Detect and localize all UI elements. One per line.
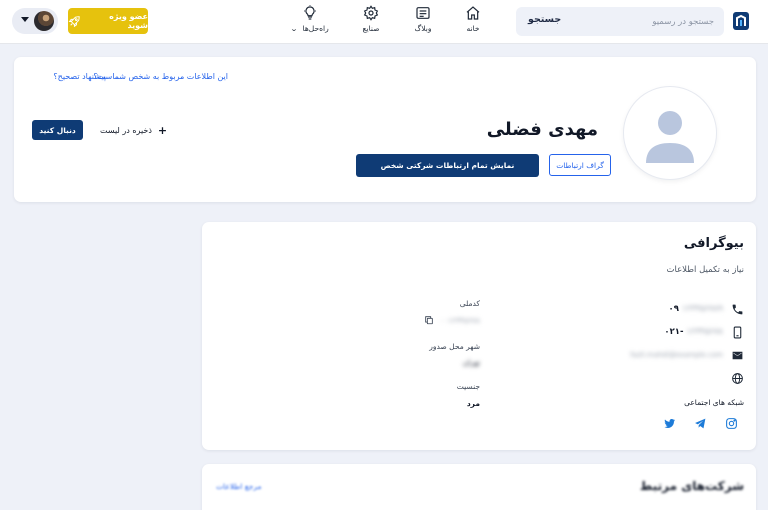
chevron-down-icon: ⌄ <box>290 25 299 33</box>
national-id-field: ۰۰۱۲۳۴۵۶۷۸ <box>424 315 480 325</box>
gender-label: جنسیت <box>456 382 480 391</box>
telegram-icon[interactable] <box>694 417 707 430</box>
national-id-label: کدملی <box>459 299 480 308</box>
newspaper-icon <box>416 7 430 19</box>
report-question: این اطلاعات مربوط به شخص شماست؟ <box>93 72 228 81</box>
nav-solutions-text: راه‌حل‌ها <box>302 24 329 33</box>
nav-blog[interactable]: وبلاگ <box>403 5 443 39</box>
caret-down-icon <box>21 17 29 22</box>
search-input[interactable] <box>604 14 714 30</box>
profile-card: این اطلاعات مربوط به شخص شماست؟ پیشنهاد … <box>14 57 756 202</box>
rocket-icon <box>68 15 80 27</box>
search-button[interactable]: جستجو <box>528 14 561 25</box>
gear-icon <box>363 5 379 21</box>
mobile-prefix: ۰۹ <box>668 304 679 314</box>
copy-icon[interactable] <box>424 315 434 325</box>
nav-solutions[interactable]: راه‌حل‌ها ⌄ <box>288 5 332 39</box>
show-all-connections-button[interactable]: نمایش تمام ارتباطات شرکتی شخص <box>356 154 539 177</box>
twitter-icon[interactable] <box>663 417 676 430</box>
mobile-number: ۰۹ ۱۲۳۴۵۶۷۸۹ <box>669 304 723 314</box>
birthplace-label: شهر محل صدور <box>429 342 480 351</box>
landline-number: ۰۲۱- ۱۲۳۴۵۶۷۸ <box>664 327 723 337</box>
premium-button[interactable]: عضو ویژه شوید <box>68 8 148 34</box>
suggest-correction-link[interactable]: پیشنهاد تصحیح؟ <box>53 72 106 81</box>
landline-prefix: ۰۲۱- <box>664 327 684 337</box>
connection-graph-button[interactable]: گراف ارتباطات <box>549 154 611 176</box>
avatar <box>34 11 54 31</box>
user-menu[interactable] <box>12 8 58 34</box>
nav-solutions-label: راه‌حل‌ها ⌄ <box>288 24 332 33</box>
national-id-value: ۰۰۱۲۳۴۵۶۷۸ <box>439 315 480 325</box>
biography-subtitle: نیاز به تکمیل اطلاعات <box>666 265 745 275</box>
save-to-list-label: ذخیره در لیست <box>100 126 152 135</box>
biography-title: بیوگرافی <box>683 236 744 251</box>
rasmio-logo-icon[interactable] <box>732 11 750 31</box>
gender-value: مرد <box>466 399 480 408</box>
biography-card: بیوگرافی نیاز به تکمیل اطلاعات ۰۹ ۱۲۳۴۵۶… <box>202 222 756 450</box>
landline-row: ۰۲۱- ۱۲۳۴۵۶۷۸ <box>664 325 744 339</box>
mobile-device-icon <box>733 326 742 338</box>
premium-label: عضو ویژه شوید <box>109 12 148 30</box>
related-companies-title: شرکت‌های مرتبط <box>639 479 744 493</box>
nav-industries-label: صنایع <box>362 24 380 33</box>
search-box: جستجو <box>516 7 724 36</box>
social-networks-title: شبکه های اجتماعی <box>684 398 744 407</box>
email-row: fazli.mahdi@example.com <box>630 348 744 362</box>
save-to-list-button[interactable]: + ذخیره در لیست <box>100 124 167 137</box>
email-address: fazli.mahdi@example.com <box>630 351 723 359</box>
profile-avatar-placeholder <box>624 87 716 179</box>
mobile-row: ۰۹ ۱۲۳۴۵۶۷۸۹ <box>669 302 744 316</box>
website-row <box>731 371 744 385</box>
home-icon <box>466 6 480 20</box>
phone-icon <box>732 304 743 314</box>
nav-home-label: خانه <box>466 24 480 33</box>
user-silhouette-icon <box>646 111 694 163</box>
instagram-icon[interactable] <box>725 417 738 430</box>
person-name: مهدی فضلی <box>486 119 598 140</box>
plus-icon: + <box>157 124 168 137</box>
data-source-link[interactable]: مرجع اطلاعات <box>216 482 262 491</box>
birthplace-value: تهران <box>462 358 480 367</box>
globe-icon[interactable] <box>731 372 744 385</box>
top-navigation-bar: جستجو خانه وبلاگ صنایع راه‌حل‌ها ⌄ عضو و… <box>0 0 768 44</box>
nav-industries[interactable]: صنایع <box>351 5 391 39</box>
lightbulb-icon <box>304 5 316 20</box>
related-companies-card: شرکت‌های مرتبط مرجع اطلاعات <box>202 464 756 510</box>
nav-blog-label: وبلاگ <box>414 24 432 33</box>
mobile-hidden: ۱۲۳۴۵۶۷۸۹ <box>681 304 723 314</box>
social-icons <box>663 417 738 430</box>
follow-button[interactable]: دنبال کنید <box>32 120 83 140</box>
mail-icon <box>732 351 743 359</box>
landline-hidden: ۱۲۳۴۵۶۷۸ <box>686 327 723 337</box>
nav-home[interactable]: خانه <box>453 5 493 39</box>
